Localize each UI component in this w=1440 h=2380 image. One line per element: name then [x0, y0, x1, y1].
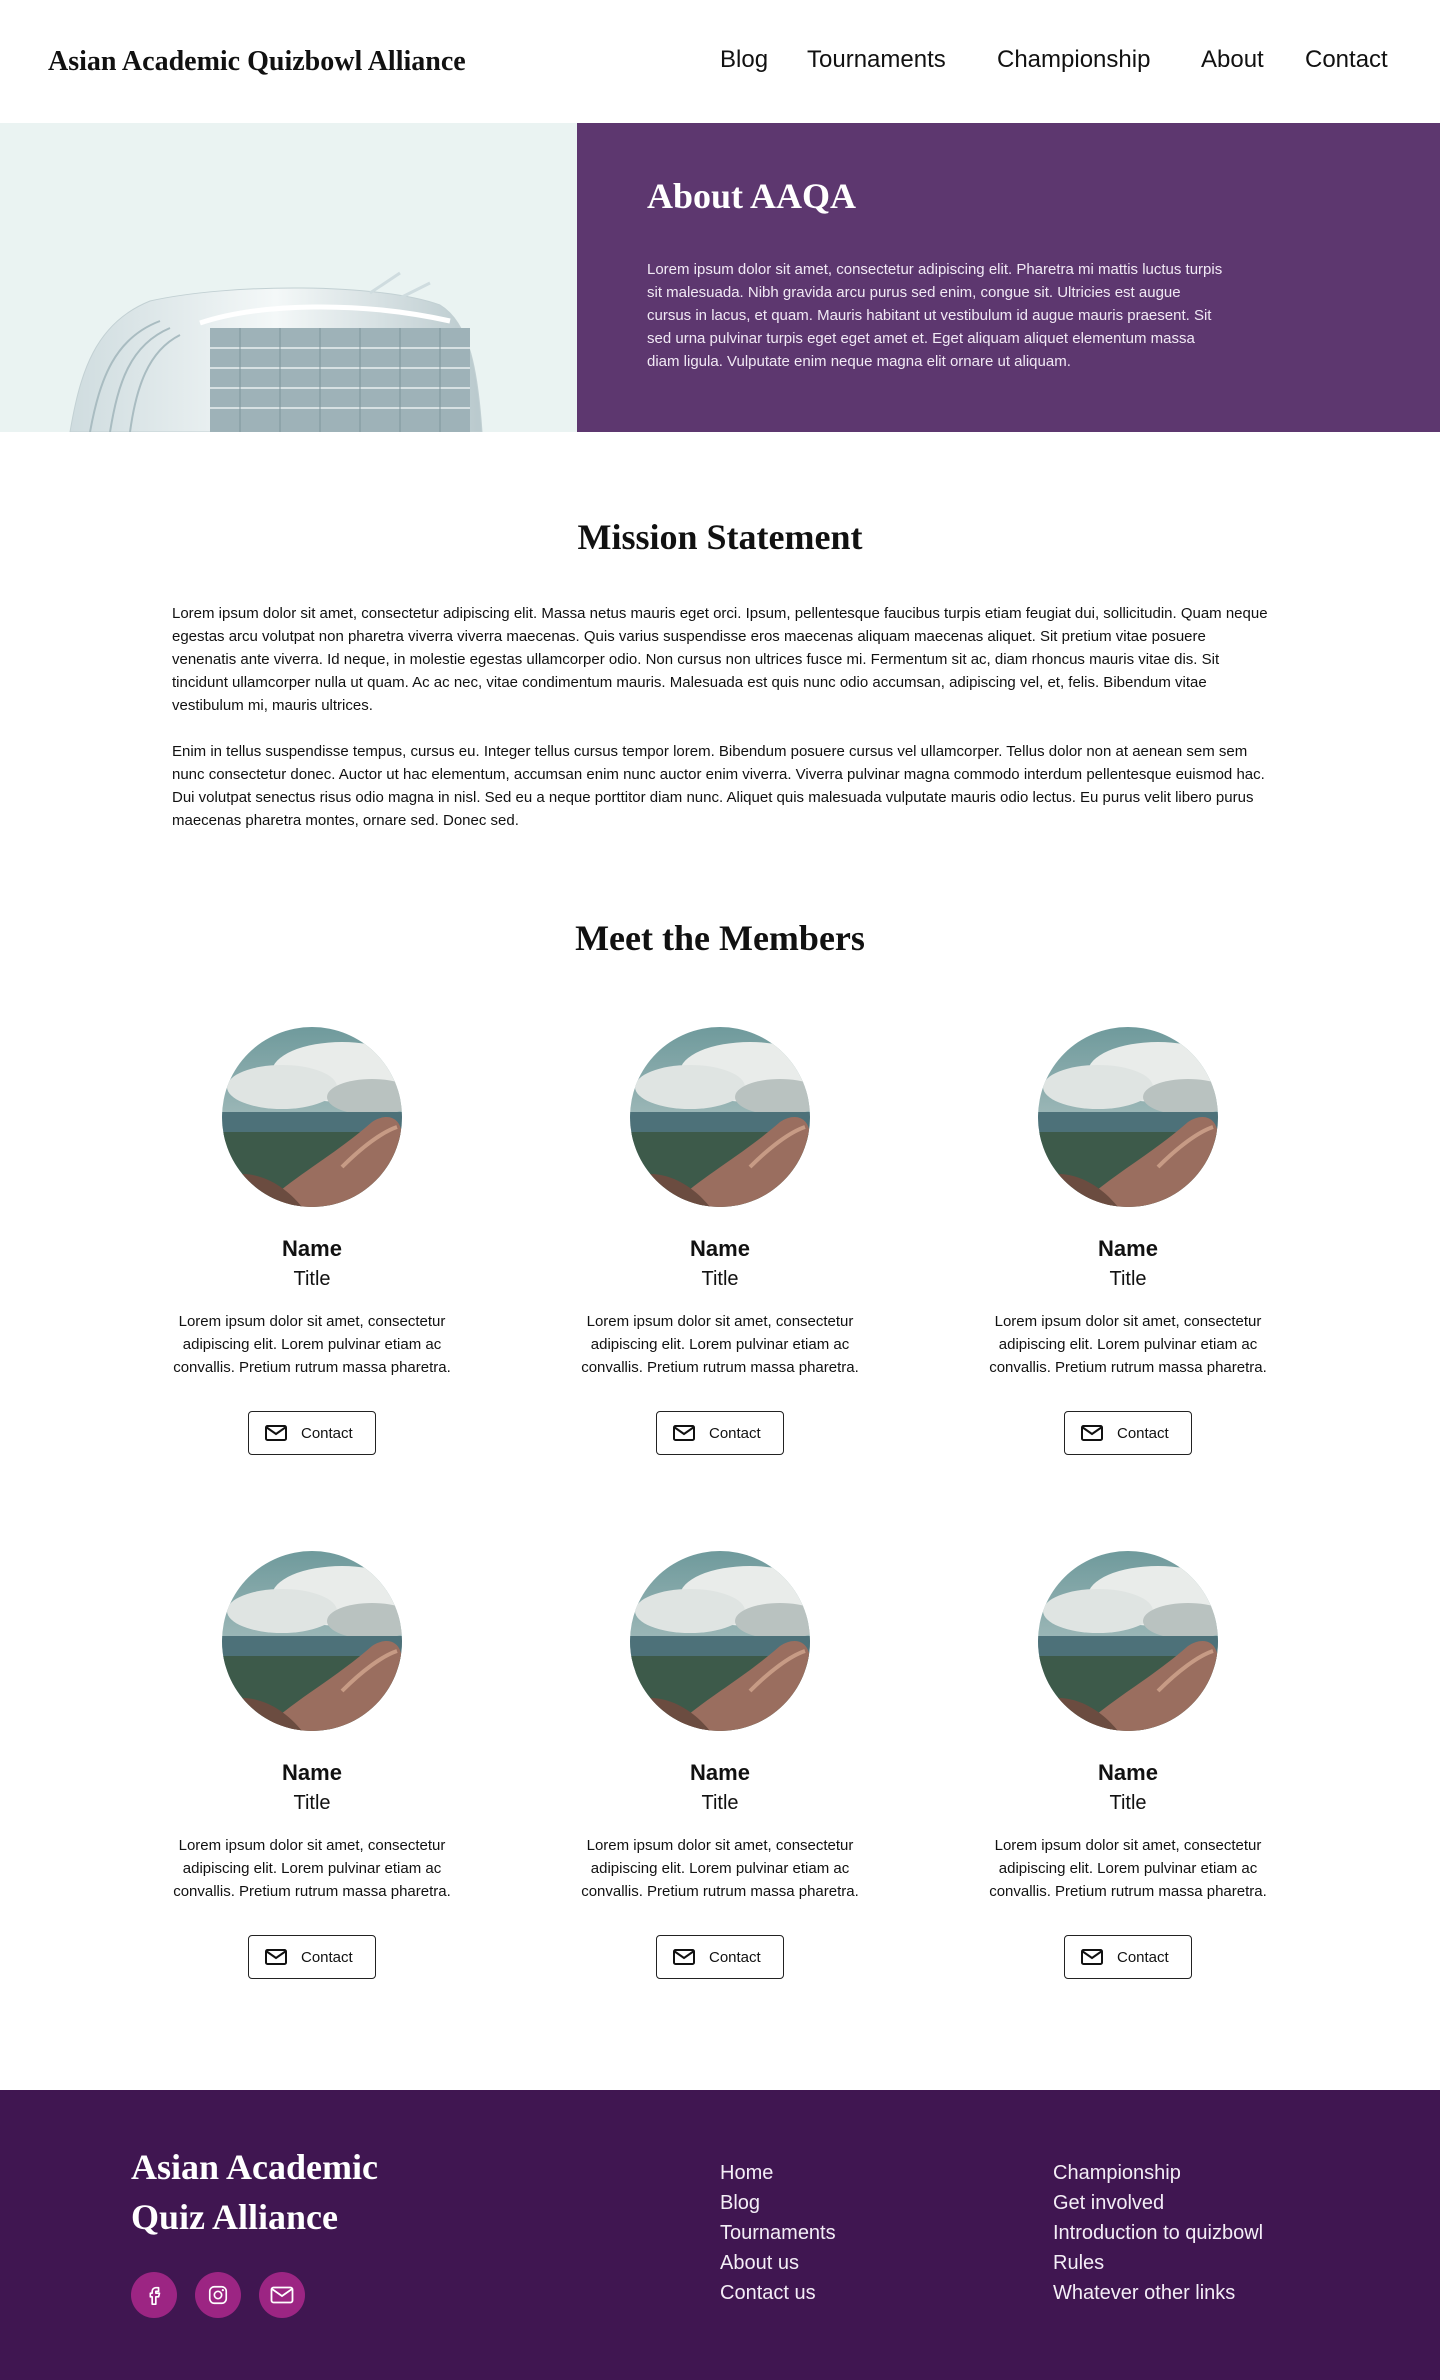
mission-paragraph: Enim in tellus suspendisse tempus, cursu…: [172, 743, 1265, 829]
member-title: Title: [293, 1792, 331, 1814]
member-bio: Lorem ipsum dolor sit amet, consectetur …: [581, 1313, 859, 1376]
mail-icon: [265, 1425, 287, 1441]
contact-button-label: Contact: [709, 1424, 761, 1442]
contact-button[interactable]: Contact: [1064, 1411, 1192, 1455]
contact-button[interactable]: Contact: [248, 1935, 376, 1979]
mail-icon: [1081, 1949, 1103, 1965]
footer-link-intro-quizbowl[interactable]: Introduction to quizbowl: [1053, 2218, 1263, 2248]
nav-blog[interactable]: Blog: [720, 46, 768, 74]
member-card: Name Title Lorem ipsum dolor sit amet, c…: [570, 1027, 870, 1455]
mission-title: Mission Statement: [577, 517, 863, 557]
footer-link-get-involved[interactable]: Get involved: [1053, 2188, 1263, 2218]
avatar: [222, 1027, 402, 1207]
avatar: [1038, 1027, 1218, 1207]
member-card: Name Title Lorem ipsum dolor sit amet, c…: [570, 1551, 870, 1979]
member-bio: Lorem ipsum dolor sit amet, consectetur …: [581, 1837, 859, 1900]
about-panel: About AAQA Lorem ipsum dolor sit amet, c…: [577, 123, 1440, 432]
footer-link-about[interactable]: About us: [720, 2248, 836, 2278]
member-title: Title: [701, 1792, 739, 1814]
nav-championship[interactable]: Championship: [997, 46, 1150, 74]
main-nav: Blog Tournaments Championship About Cont…: [0, 46, 1440, 76]
footer-link-other[interactable]: Whatever other links: [1053, 2278, 1263, 2308]
contact-button[interactable]: Contact: [248, 1411, 376, 1455]
member-card: Name Title Lorem ipsum dolor sit amet, c…: [162, 1551, 462, 1979]
footer-link-championship[interactable]: Championship: [1053, 2158, 1263, 2188]
member-name: Name: [282, 1760, 342, 1785]
about-hero: About AAQA Lorem ipsum dolor sit amet, c…: [0, 123, 1440, 432]
footer-link-tournaments[interactable]: Tournaments: [720, 2218, 836, 2248]
member-card: Name Title Lorem ipsum dolor sit amet, c…: [978, 1027, 1278, 1455]
member-name: Name: [1098, 1236, 1158, 1261]
mail-icon: [673, 1949, 695, 1965]
nav-contact[interactable]: Contact: [1305, 46, 1388, 74]
member-bio: Lorem ipsum dolor sit amet, consectetur …: [989, 1313, 1267, 1376]
members-title: Meet the Members: [575, 918, 865, 958]
member-title: Title: [701, 1268, 739, 1290]
mission-section: Mission Statement Lorem ipsum dolor sit …: [0, 432, 1440, 862]
site-footer: Asian Academic Quiz Alliance Home Blog T…: [0, 2090, 1440, 2380]
building-image: [0, 123, 577, 432]
contact-button-label: Contact: [301, 1948, 353, 1966]
facebook-icon[interactable]: [131, 2272, 177, 2318]
avatar: [1038, 1551, 1218, 1731]
member-name: Name: [690, 1760, 750, 1785]
footer-link-blog[interactable]: Blog: [720, 2188, 836, 2218]
instagram-icon[interactable]: [195, 2272, 241, 2318]
avatar: [222, 1551, 402, 1731]
about-title: About AAQA: [647, 176, 857, 216]
nav-about[interactable]: About: [1201, 46, 1264, 74]
member-card: Name Title Lorem ipsum dolor sit amet, c…: [978, 1551, 1278, 1979]
mail-icon: [673, 1425, 695, 1441]
contact-button[interactable]: Contact: [1064, 1935, 1192, 1979]
footer-brand: Asian Academic Quiz Alliance: [131, 2147, 378, 2237]
contact-button-label: Contact: [709, 1948, 761, 1966]
member-name: Name: [282, 1236, 342, 1261]
about-text: Lorem ipsum dolor sit amet, consectetur …: [647, 261, 1223, 370]
contact-button[interactable]: Contact: [656, 1935, 784, 1979]
contact-button-label: Contact: [1117, 1424, 1169, 1442]
footer-link-home[interactable]: Home: [720, 2158, 836, 2188]
member-bio: Lorem ipsum dolor sit amet, consectetur …: [989, 1837, 1267, 1900]
member-bio: Lorem ipsum dolor sit amet, consectetur …: [173, 1313, 451, 1376]
member-card: Name Title Lorem ipsum dolor sit amet, c…: [162, 1027, 462, 1455]
mail-icon[interactable]: [259, 2272, 305, 2318]
footer-link-rules[interactable]: Rules: [1053, 2248, 1263, 2278]
contact-button[interactable]: Contact: [656, 1411, 784, 1455]
member-title: Title: [293, 1268, 331, 1290]
avatar: [630, 1551, 810, 1731]
nav-tournaments[interactable]: Tournaments: [807, 46, 946, 74]
mission-paragraph: Lorem ipsum dolor sit amet, consectetur …: [172, 605, 1268, 714]
footer-links-primary: Home Blog Tournaments About us Contact u…: [720, 2158, 836, 2308]
mail-icon: [265, 1949, 287, 1965]
mail-icon: [1081, 1425, 1103, 1441]
contact-button-label: Contact: [1117, 1948, 1169, 1966]
member-title: Title: [1109, 1792, 1147, 1814]
member-name: Name: [690, 1236, 750, 1261]
member-bio: Lorem ipsum dolor sit amet, consectetur …: [173, 1837, 451, 1900]
member-name: Name: [1098, 1760, 1158, 1785]
site-header: Asian Academic Quizbowl Alliance Blog To…: [0, 0, 1440, 123]
social-links: [131, 2272, 305, 2318]
footer-links-secondary: Championship Get involved Introduction t…: [1053, 2158, 1263, 2308]
avatar: [630, 1027, 810, 1207]
member-title: Title: [1109, 1268, 1147, 1290]
contact-button-label: Contact: [301, 1424, 353, 1442]
footer-link-contact[interactable]: Contact us: [720, 2278, 836, 2308]
